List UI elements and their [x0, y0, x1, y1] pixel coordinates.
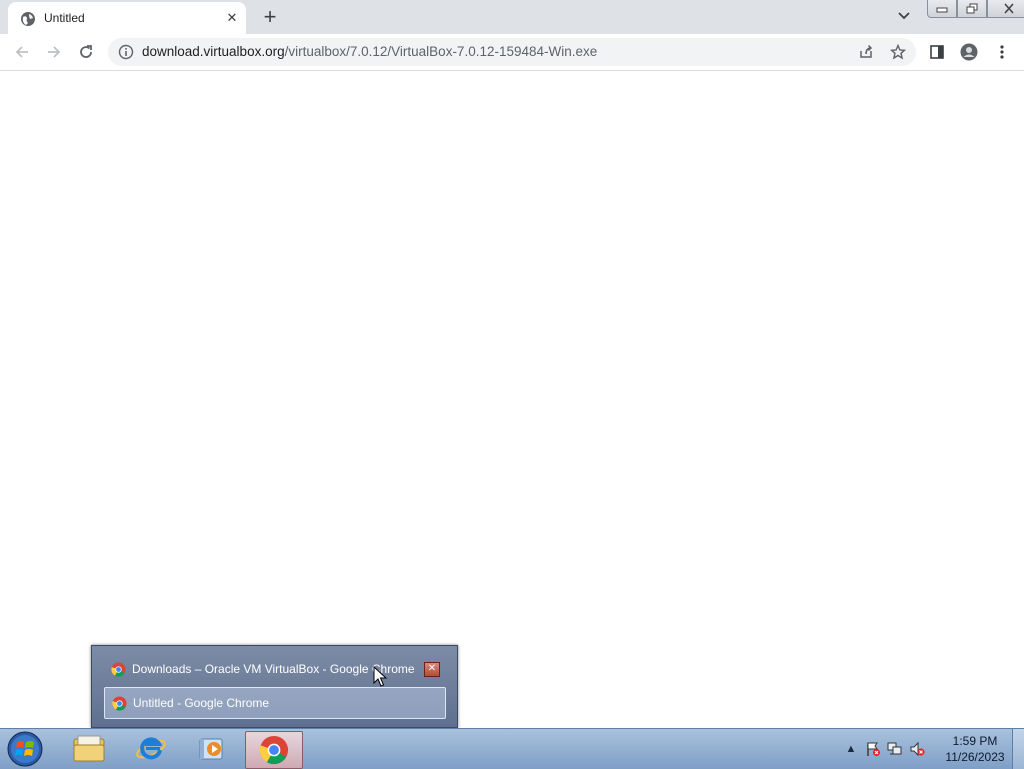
media-player-icon — [199, 738, 223, 760]
menu-button[interactable] — [992, 42, 1012, 62]
folder-icon — [73, 735, 105, 762]
close-window-button[interactable] — [987, 0, 1024, 18]
volume-muted-icon[interactable] — [909, 741, 925, 757]
address-bar[interactable]: download.virtualbox.org/virtualbox/7.0.1… — [108, 38, 916, 66]
chrome-icon — [111, 662, 126, 677]
show-hidden-icons-icon[interactable]: ▲ — [843, 741, 859, 757]
arrow-right-icon — [48, 46, 61, 58]
new-tab-button[interactable]: + — [259, 6, 281, 28]
page-content — [0, 71, 1024, 728]
more-vertical-icon — [1000, 45, 1004, 59]
minimize-icon — [936, 7, 948, 12]
clock-date: 11/26/2023 — [945, 750, 1005, 764]
url-text: download.virtualbox.org/virtualbox/7.0.1… — [142, 44, 597, 59]
browser-toolbar: download.virtualbox.org/virtualbox/7.0.1… — [0, 34, 1024, 71]
taskbar-thumbnail-popup: Downloads – Oracle VM VirtualBox - Googl… — [91, 645, 458, 728]
thumbnail-item-downloads[interactable]: Downloads – Oracle VM VirtualBox - Googl… — [104, 654, 444, 684]
taskbar-media-player[interactable] — [184, 731, 240, 767]
share-icon[interactable] — [858, 44, 874, 60]
taskbar-internet-explorer[interactable] — [123, 731, 179, 767]
start-button[interactable] — [5, 731, 45, 767]
minimize-button[interactable] — [927, 0, 957, 18]
clock-time: 1:59 PM — [952, 734, 998, 748]
url-host: download.virtualbox.org — [142, 44, 285, 59]
restore-button[interactable] — [957, 0, 987, 18]
globe-icon — [21, 12, 35, 26]
action-center-flag-icon[interactable] — [865, 741, 881, 757]
forward-button[interactable] — [44, 42, 64, 62]
side-panel-button[interactable] — [927, 42, 947, 62]
taskbar-chrome[interactable] — [245, 731, 303, 769]
network-icon[interactable] — [887, 741, 903, 757]
tab-untitled[interactable]: Untitled ✕ — [8, 2, 246, 34]
thumbnail-item-untitled[interactable]: Untitled - Google Chrome — [104, 687, 446, 719]
reload-button[interactable] — [76, 42, 96, 62]
mouse-cursor-icon — [373, 666, 387, 687]
thumbnail-close-button[interactable]: ✕ — [424, 662, 440, 677]
back-button[interactable] — [12, 42, 32, 62]
close-icon — [1004, 3, 1014, 14]
chrome-icon — [259, 735, 289, 765]
window-controls — [927, 0, 1024, 18]
restore-icon — [966, 3, 978, 14]
site-info-icon[interactable] — [118, 44, 134, 60]
tab-close-icon[interactable]: ✕ — [224, 10, 240, 26]
side-panel-icon — [930, 45, 944, 59]
taskbar: ▲ 1:59 PM 11/26/2023 — [0, 728, 1024, 769]
reload-icon — [80, 45, 92, 58]
internet-explorer-icon — [136, 737, 166, 760]
url-path: /virtualbox/7.0.12/VirtualBox-7.0.12-159… — [284, 44, 598, 59]
arrow-left-icon — [15, 46, 28, 58]
bookmark-star-icon[interactable] — [890, 44, 906, 60]
chrome-icon — [112, 696, 127, 711]
tab-strip: Untitled ✕ + — [0, 0, 1024, 34]
thumbnail-label: Untitled - Google Chrome — [133, 696, 270, 710]
taskbar-explorer[interactable] — [61, 731, 117, 767]
clock[interactable]: 1:59 PM 11/26/2023 — [940, 733, 1010, 765]
profile-button[interactable] — [959, 42, 979, 62]
show-desktop-button[interactable] — [1012, 729, 1024, 769]
system-tray: ▲ — [843, 741, 925, 757]
tab-title: Untitled — [44, 11, 85, 25]
avatar-icon — [960, 43, 978, 61]
tab-search-chevron-icon[interactable] — [896, 8, 912, 24]
